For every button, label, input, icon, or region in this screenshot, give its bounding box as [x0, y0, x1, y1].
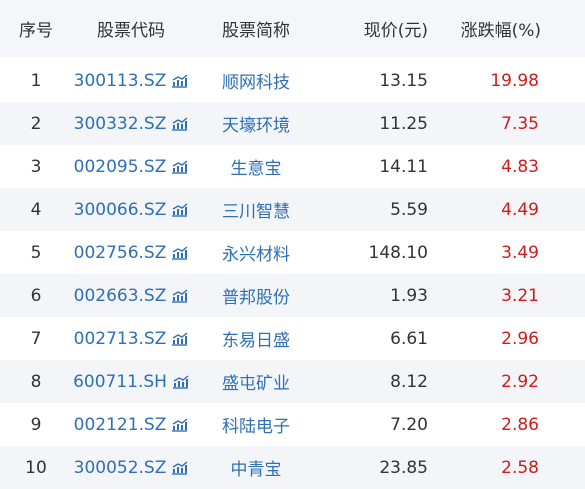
- table-row: 2 300332.SZ 天壕环境 11.25 7.35: [0, 102, 585, 145]
- row-index: 7: [30, 328, 42, 349]
- change-cell: 2.58: [501, 457, 539, 478]
- price-cell: 7.20: [390, 414, 428, 435]
- code-cell: 600711.SH: [72, 372, 190, 392]
- trend-chart-icon[interactable]: [171, 202, 188, 217]
- price-cell: 6.61: [390, 328, 428, 349]
- trend-chart-icon[interactable]: [171, 331, 188, 346]
- stock-code-link[interactable]: 600711.SH: [73, 372, 167, 392]
- change-cell: 2.96: [501, 328, 539, 349]
- table-row: 8 600711.SH 盛屯矿业 8.12 2.92: [0, 360, 585, 403]
- stock-name-link[interactable]: 东易日盛: [190, 326, 322, 351]
- header-price: 现价(元): [363, 21, 428, 41]
- code-cell: 002663.SZ: [72, 286, 190, 306]
- header-change: 涨跌幅(%): [460, 21, 541, 41]
- table-row: 6 002663.SZ 普邦股份 1.93 3.21: [0, 274, 585, 317]
- trend-chart-icon[interactable]: [171, 116, 188, 131]
- stock-name-link[interactable]: 天壕环境: [190, 111, 322, 136]
- row-index: 8: [30, 371, 42, 392]
- stock-name-link[interactable]: 生意宝: [190, 154, 322, 179]
- stock-code-link[interactable]: 002713.SZ: [74, 329, 167, 349]
- row-index: 4: [30, 199, 42, 220]
- header-index: 序号: [19, 21, 53, 41]
- table-row: 4 300066.SZ 三川智慧 5.59 4.49: [0, 188, 585, 231]
- price-cell: 11.25: [379, 113, 428, 134]
- change-cell: 3.49: [501, 242, 539, 263]
- change-cell: 4.83: [501, 156, 539, 177]
- row-index: 1: [30, 70, 42, 91]
- stock-code-link[interactable]: 300052.SZ: [74, 458, 167, 478]
- stock-code-link[interactable]: 002121.SZ: [74, 415, 167, 435]
- header-code: 股票代码: [97, 21, 165, 41]
- change-cell: 2.92: [501, 371, 539, 392]
- trend-chart-icon[interactable]: [171, 73, 188, 88]
- stock-name-link[interactable]: 三川智慧: [190, 197, 322, 222]
- change-cell: 19.98: [490, 70, 539, 91]
- change-cell: 3.21: [501, 285, 539, 306]
- code-cell: 300332.SZ: [72, 114, 190, 134]
- stock-name-link[interactable]: 普邦股份: [190, 283, 322, 308]
- stock-code-link[interactable]: 300332.SZ: [74, 114, 167, 134]
- trend-chart-icon[interactable]: [171, 159, 188, 174]
- table-row: 7 002713.SZ 东易日盛 6.61 2.96: [0, 317, 585, 360]
- code-cell: 300052.SZ: [72, 458, 190, 478]
- price-cell: 148.10: [368, 242, 428, 263]
- price-cell: 5.59: [390, 199, 428, 220]
- table-row: 9 002121.SZ 科陆电子 7.20 2.86: [0, 403, 585, 446]
- code-cell: 002095.SZ: [72, 157, 190, 177]
- price-cell: 13.15: [379, 70, 428, 91]
- code-cell: 300113.SZ: [72, 71, 190, 91]
- price-cell: 1.93: [390, 285, 428, 306]
- stock-code-link[interactable]: 300066.SZ: [74, 200, 167, 220]
- table-row: 3 002095.SZ 生意宝 14.11 4.83: [0, 145, 585, 188]
- stock-name-link[interactable]: 中青宝: [190, 455, 322, 480]
- price-cell: 8.12: [390, 371, 428, 392]
- code-cell: 002756.SZ: [72, 243, 190, 263]
- table-row: 1 300113.SZ 顺网科技 13.15 19.98: [0, 59, 585, 102]
- stock-table: 序号 股票代码 股票简称 现价(元) 涨跌幅(%) 1 300113.SZ 顺网…: [0, 0, 585, 489]
- stock-code-link[interactable]: 002663.SZ: [74, 286, 167, 306]
- trend-chart-icon[interactable]: [171, 288, 188, 303]
- stock-name-link[interactable]: 永兴材料: [190, 240, 322, 265]
- row-index: 2: [30, 113, 42, 134]
- change-cell: 2.86: [501, 414, 539, 435]
- row-index: 5: [30, 242, 42, 263]
- price-cell: 14.11: [379, 156, 428, 177]
- stock-name-link[interactable]: 科陆电子: [190, 412, 322, 437]
- row-index: 3: [30, 156, 42, 177]
- trend-chart-icon[interactable]: [171, 417, 188, 432]
- trend-chart-icon[interactable]: [171, 460, 188, 475]
- stock-code-link[interactable]: 300113.SZ: [74, 71, 167, 91]
- trend-chart-icon[interactable]: [171, 245, 188, 260]
- trend-chart-icon[interactable]: [172, 374, 189, 389]
- change-cell: 4.49: [501, 199, 539, 220]
- stock-name-link[interactable]: 盛屯矿业: [190, 369, 322, 394]
- header-name: 股票简称: [222, 21, 290, 41]
- code-cell: 300066.SZ: [72, 200, 190, 220]
- price-cell: 23.85: [379, 457, 428, 478]
- stock-code-link[interactable]: 002095.SZ: [74, 157, 167, 177]
- table-row: 5 002756.SZ 永兴材料 148.10 3.49: [0, 231, 585, 274]
- row-index: 9: [30, 414, 42, 435]
- stock-name-link[interactable]: 顺网科技: [190, 68, 322, 93]
- table-body: 1 300113.SZ 顺网科技 13.15 19.98 2 300332.SZ…: [0, 59, 585, 489]
- code-cell: 002121.SZ: [72, 415, 190, 435]
- table-row: 10 300052.SZ 中青宝 23.85 2.58: [0, 446, 585, 489]
- row-index: 10: [25, 457, 47, 478]
- change-cell: 7.35: [501, 113, 539, 134]
- row-index: 6: [30, 285, 42, 306]
- stock-code-link[interactable]: 002756.SZ: [74, 243, 167, 263]
- code-cell: 002713.SZ: [72, 329, 190, 349]
- table-header: 序号 股票代码 股票简称 现价(元) 涨跌幅(%): [0, 0, 585, 57]
